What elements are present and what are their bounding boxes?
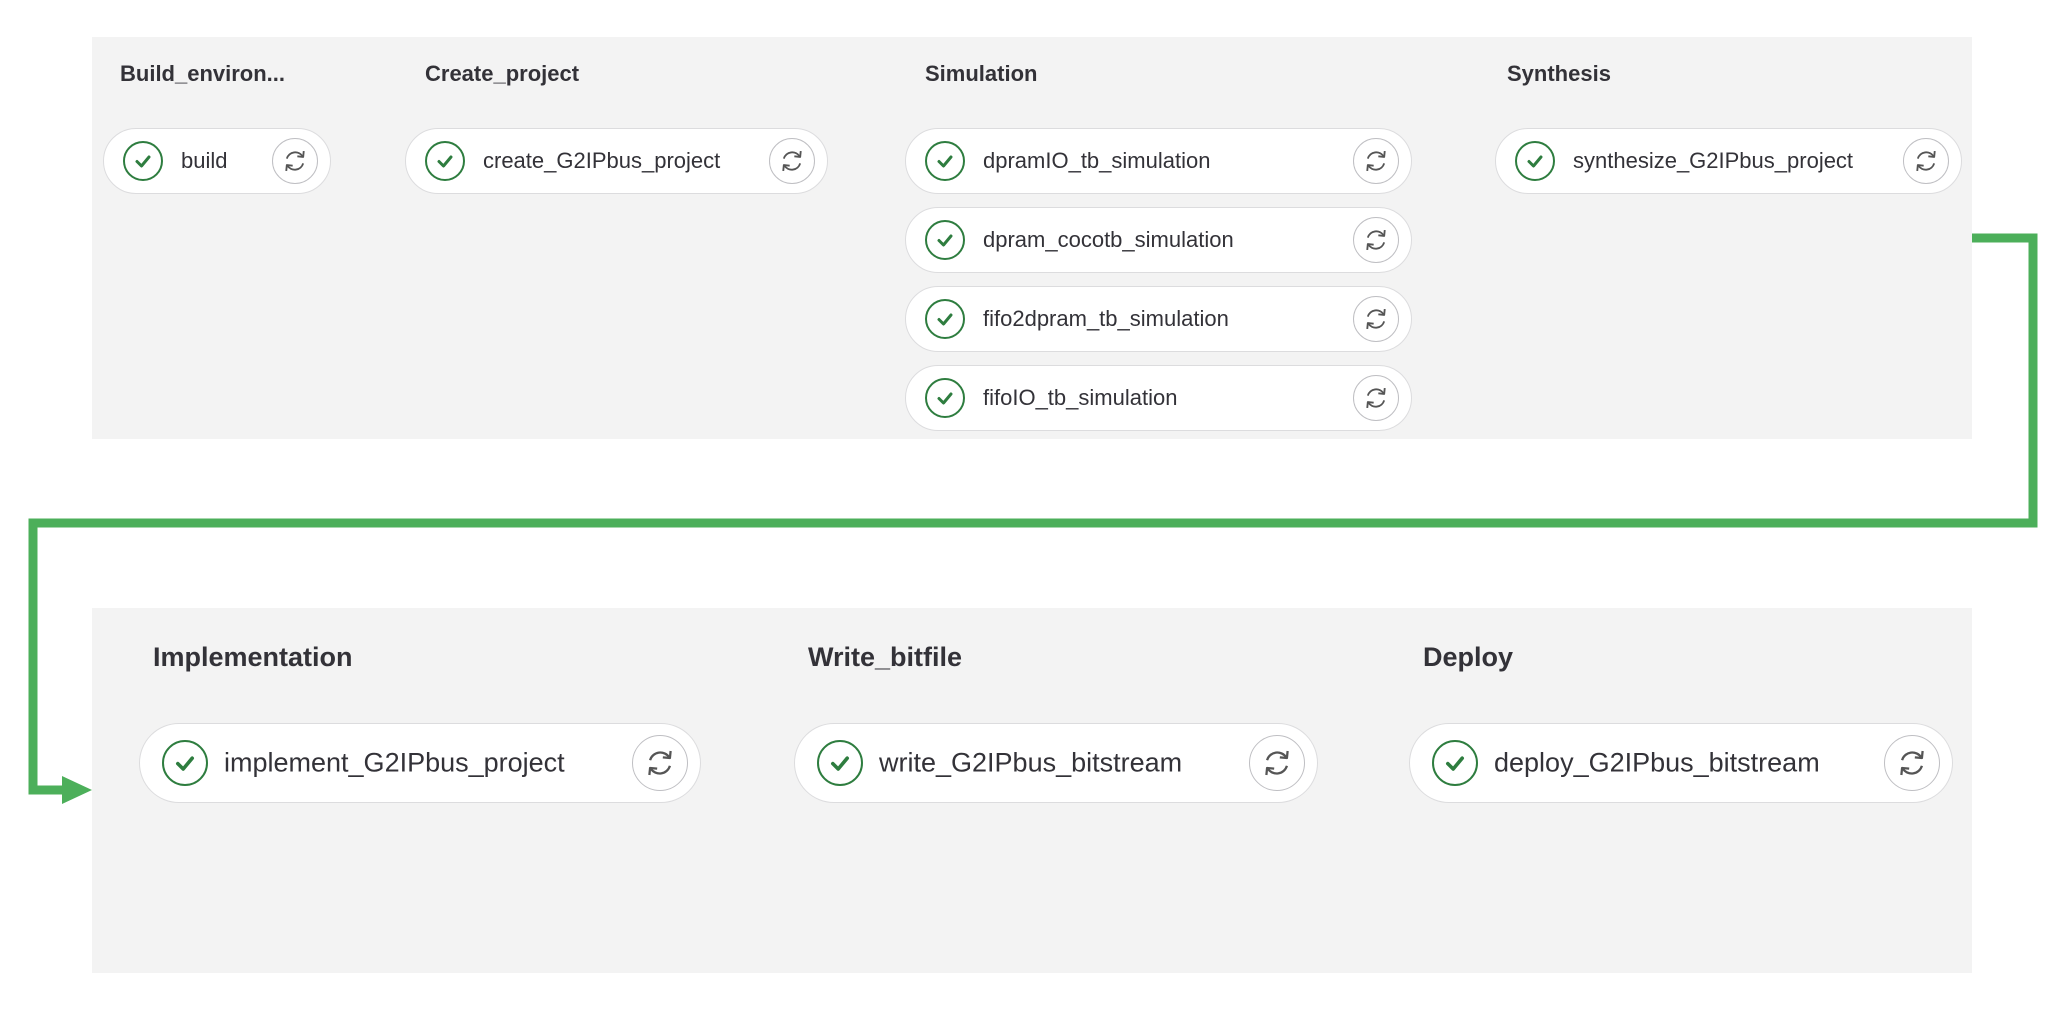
retry-icon[interactable] (769, 138, 815, 184)
job-name: implement_G2IPbus_project (224, 747, 565, 778)
job-name: deploy_G2IPbus_bitstream (1494, 747, 1820, 778)
job-deploy[interactable]: deploy_G2IPbus_bitstream (1409, 723, 1953, 803)
retry-icon[interactable] (1884, 735, 1940, 791)
stage-title: Implementation (153, 642, 353, 672)
check-circle-icon (817, 740, 863, 786)
retry-icon[interactable] (1353, 296, 1399, 342)
retry-icon[interactable] (1249, 735, 1305, 791)
stage-title: Write_bitfile (808, 642, 963, 672)
job-dpram-cocotb-simulation[interactable]: dpram_cocotb_simulation (905, 207, 1412, 273)
retry-icon[interactable] (272, 138, 318, 184)
check-circle-icon (123, 141, 163, 181)
job-fifo2dpram-tb-simulation[interactable]: fifo2dpram_tb_simulation (905, 286, 1412, 352)
job-name: build (181, 148, 228, 173)
job-name: dpram_cocotb_simulation (983, 227, 1234, 252)
stage-title: Build_environ... (120, 61, 286, 86)
job-name: write_G2IPbus_bitstream (879, 747, 1183, 778)
check-circle-icon (1515, 141, 1555, 181)
job-create-project[interactable]: create_G2IPbus_project (405, 128, 828, 194)
check-circle-icon (425, 141, 465, 181)
job-synthesize[interactable]: synthesize_G2IPbus_project (1495, 128, 1962, 194)
check-circle-icon (925, 141, 965, 181)
retry-icon[interactable] (1353, 375, 1399, 421)
retry-icon[interactable] (632, 735, 688, 791)
job-build[interactable]: build (103, 128, 331, 194)
job-dpramio-tb-simulation[interactable]: dpramIO_tb_simulation (905, 128, 1412, 194)
check-circle-icon (925, 220, 965, 260)
stage-title: Simulation (925, 61, 1038, 86)
job-name: fifo2dpram_tb_simulation (983, 306, 1229, 331)
pipeline-row-1: Build_environ... build Create_project cr… (92, 37, 1972, 439)
retry-icon[interactable] (1353, 217, 1399, 263)
check-circle-icon (925, 299, 965, 339)
job-name: fifoIO_tb_simulation (983, 385, 1178, 410)
job-fifoio-tb-simulation[interactable]: fifoIO_tb_simulation (905, 365, 1412, 431)
job-name: create_G2IPbus_project (483, 148, 721, 173)
job-write-bitstream[interactable]: write_G2IPbus_bitstream (794, 723, 1318, 803)
job-implement[interactable]: implement_G2IPbus_project (139, 723, 701, 803)
check-circle-icon (925, 378, 965, 418)
stage-title: Deploy (1423, 642, 1514, 672)
job-name: dpramIO_tb_simulation (983, 148, 1211, 173)
pipeline-row-2: Implementation implement_G2IPbus_project… (92, 608, 1972, 973)
stage-title: Synthesis (1507, 61, 1611, 86)
job-name: synthesize_G2IPbus_project (1573, 148, 1854, 173)
retry-icon[interactable] (1353, 138, 1399, 184)
retry-icon[interactable] (1903, 138, 1949, 184)
check-circle-icon (1432, 740, 1478, 786)
check-circle-icon (162, 740, 208, 786)
stage-title: Create_project (425, 61, 580, 86)
